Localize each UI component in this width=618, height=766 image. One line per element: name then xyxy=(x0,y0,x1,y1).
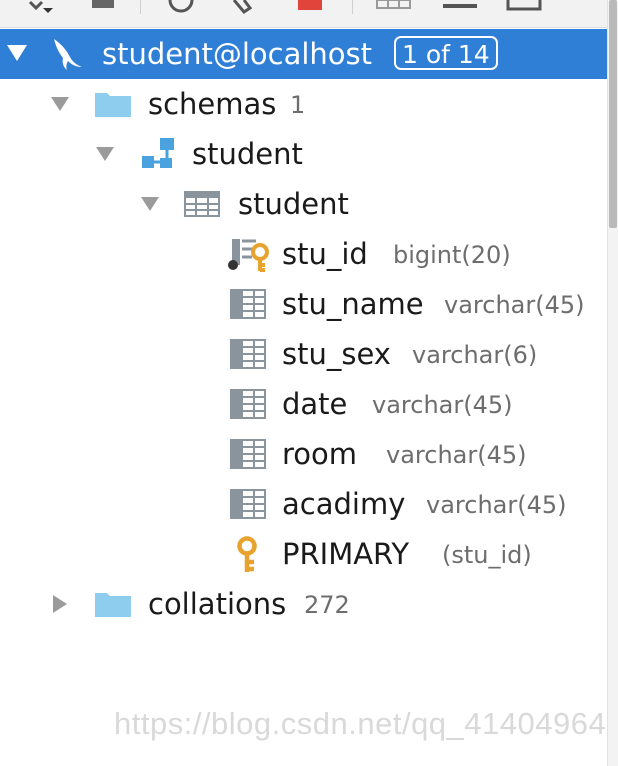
column-type: varchar(45) xyxy=(426,491,567,519)
tree-node-table[interactable]: student xyxy=(0,179,608,229)
column-icon xyxy=(230,389,266,419)
stop-icon[interactable] xyxy=(92,0,116,10)
column-name: stu_id xyxy=(282,237,368,271)
toolbar xyxy=(0,0,618,28)
column-type: varchar(45) xyxy=(444,291,585,319)
search-icon[interactable] xyxy=(168,0,198,14)
grid-view-icon[interactable] xyxy=(376,0,412,10)
collapsed-arrow-icon[interactable] xyxy=(52,594,68,614)
schema-icon xyxy=(142,138,174,168)
column-type: varchar(6) xyxy=(412,341,538,369)
column-name: acadimy xyxy=(282,487,406,521)
schema-label: student xyxy=(192,137,303,171)
expand-arrow-icon[interactable] xyxy=(95,146,115,162)
dropdown-icon[interactable] xyxy=(26,0,62,18)
tree-node-collations[interactable]: collations 272 xyxy=(0,579,608,629)
list-view-icon[interactable] xyxy=(442,0,480,10)
column-icon xyxy=(230,339,266,369)
toolbar-separator xyxy=(140,0,141,14)
scrollbar-thumb[interactable] xyxy=(609,0,617,228)
column-name: stu_sex xyxy=(282,337,391,371)
vertical-scrollbar[interactable] xyxy=(607,0,618,766)
tree-node-column[interactable]: date varchar(45) xyxy=(0,379,608,429)
folder-icon xyxy=(95,593,131,617)
column-type: bigint(20) xyxy=(393,241,511,269)
tree-node-index[interactable]: PRIMARY (stu_id) xyxy=(0,529,608,579)
expand-arrow-icon[interactable] xyxy=(50,96,70,112)
key-icon xyxy=(237,536,257,572)
collations-label: collations xyxy=(148,587,287,621)
folder-icon xyxy=(95,93,131,117)
schemas-count: 1 xyxy=(290,91,306,119)
watermark: https://blog.csdn.net/qq_41404964 xyxy=(114,706,607,741)
schemas-label: schemas xyxy=(148,87,277,121)
column-name: room xyxy=(282,437,358,471)
tree-node-schemas[interactable]: schemas 1 xyxy=(0,79,608,129)
panel-icon[interactable] xyxy=(506,0,544,12)
index-columns: (stu_id) xyxy=(442,541,532,569)
tree-node-column[interactable]: stu_id bigint(20) xyxy=(0,229,608,279)
delete-icon[interactable] xyxy=(298,0,324,12)
expand-arrow-icon[interactable] xyxy=(6,44,28,62)
connection-label: student@localhost xyxy=(102,37,373,71)
tree-node-column[interactable]: stu_name varchar(45) xyxy=(0,279,608,329)
index-name: PRIMARY xyxy=(282,537,410,571)
expand-arrow-icon[interactable] xyxy=(140,196,160,212)
tree-node-schema[interactable]: student xyxy=(0,129,608,179)
column-icon xyxy=(230,439,266,469)
column-type: varchar(45) xyxy=(386,441,527,469)
edit-icon[interactable] xyxy=(232,0,266,14)
column-name: date xyxy=(282,387,348,421)
tree-node-column[interactable]: stu_sex varchar(6) xyxy=(0,329,608,379)
column-name: stu_name xyxy=(282,287,424,321)
table-label: student xyxy=(238,187,349,221)
table-icon xyxy=(184,191,220,217)
tree-node-column[interactable]: room varchar(45) xyxy=(0,429,608,479)
toolbar-separator xyxy=(352,0,353,14)
tree-node-column[interactable]: acadimy varchar(45) xyxy=(0,479,608,529)
tree-node-connection[interactable]: student@localhost 1 of 14 xyxy=(0,29,608,79)
collations-count: 272 xyxy=(304,591,350,619)
column-icon xyxy=(230,289,266,319)
column-icon xyxy=(230,489,266,519)
mysql-dolphin-icon xyxy=(54,39,82,70)
primary-key-column-icon xyxy=(228,239,269,272)
column-type: varchar(45) xyxy=(372,391,513,419)
result-count-badge: 1 of 14 xyxy=(394,36,498,70)
